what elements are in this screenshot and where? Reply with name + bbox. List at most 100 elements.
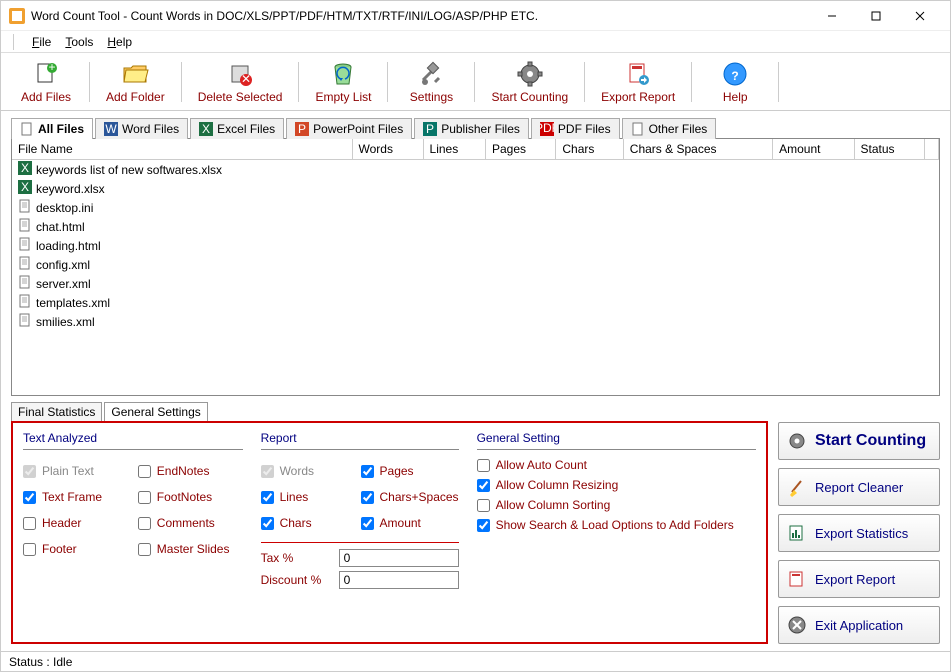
col-words[interactable]: Words [352, 139, 423, 160]
toolbar: + Add Files Add Folder ✕ Delete Selected… [1, 53, 950, 111]
export-statistics-action[interactable]: Export Statistics [778, 514, 940, 552]
col-pages[interactable]: Pages [485, 139, 555, 160]
delete-selected-label: Delete Selected [198, 90, 283, 104]
svg-text:X: X [21, 180, 29, 194]
chk-plain-text[interactable]: Plain Text [23, 464, 128, 478]
empty-list-button[interactable]: Empty List [307, 58, 379, 106]
tab-excel-files[interactable]: XExcel Files [190, 118, 284, 139]
tab-all-label: All Files [38, 122, 84, 136]
export-report-icon [787, 569, 807, 589]
svg-text:✕: ✕ [241, 72, 251, 86]
file-name: config.xml [36, 258, 90, 272]
chk-col-sort[interactable]: Allow Column Sorting [477, 498, 756, 512]
tab-word-files[interactable]: WWord Files [95, 118, 188, 139]
chk-header[interactable]: Header [23, 516, 128, 530]
export-report-action[interactable]: Export Report [778, 560, 940, 598]
file-name: smilies.xml [36, 315, 95, 329]
file-icon: X [18, 161, 32, 178]
help-button[interactable]: ? Help [700, 58, 770, 106]
menu-tools[interactable]: Tools [65, 35, 93, 49]
table-row[interactable]: smilies.xml [12, 312, 939, 331]
chk-charsspaces[interactable]: Chars+Spaces [361, 490, 459, 504]
add-folder-button[interactable]: Add Folder [98, 58, 173, 106]
chk-master-slides[interactable]: Master Slides [138, 542, 243, 556]
menu-file[interactable]: File [32, 35, 51, 49]
other-icon [631, 122, 645, 136]
start-counting-label: Start Counting [491, 90, 568, 104]
table-row[interactable]: chat.html [12, 217, 939, 236]
table-row[interactable]: Xkeywords list of new softwares.xlsx [12, 160, 939, 180]
start-counting-button[interactable]: Start Counting [483, 58, 576, 106]
col-charsspaces[interactable]: Chars & Spaces [623, 139, 772, 160]
minimize-button[interactable] [810, 2, 854, 30]
tab-all-files[interactable]: All Files [11, 118, 93, 139]
action-buttons: Start Counting Report Cleaner Export Sta… [778, 421, 940, 644]
tab-other-files[interactable]: Other Files [622, 118, 717, 139]
file-type-tabs: All Files WWord Files XExcel Files PPowe… [1, 115, 950, 139]
chk-comments[interactable]: Comments [138, 516, 243, 530]
group-text-analyzed: Text Analyzed Plain Text EndNotes Text F… [19, 429, 247, 636]
col-amount[interactable]: Amount [773, 139, 854, 160]
col-lines[interactable]: Lines [423, 139, 485, 160]
settings-label: Settings [410, 90, 453, 104]
col-filename[interactable]: File Name [12, 139, 352, 160]
chk-footnotes[interactable]: FootNotes [138, 490, 243, 504]
table-row[interactable]: loading.html [12, 236, 939, 255]
settings-button[interactable]: Settings [396, 58, 466, 106]
tax-row: Tax % [261, 549, 459, 567]
settings-panel: Text Analyzed Plain Text EndNotes Text F… [11, 421, 768, 644]
discount-input[interactable] [339, 571, 459, 589]
svg-text:W: W [105, 122, 117, 136]
discount-row: Discount % [261, 571, 459, 589]
svg-text:P: P [426, 122, 434, 136]
file-icon [18, 294, 32, 311]
delete-icon: ✕ [226, 60, 254, 88]
file-name: loading.html [36, 239, 101, 253]
chk-words[interactable]: Words [261, 464, 351, 478]
chk-pages[interactable]: Pages [361, 464, 459, 478]
start-counting-action[interactable]: Start Counting [778, 422, 940, 460]
chk-amount[interactable]: Amount [361, 516, 459, 530]
table-row[interactable]: Xkeyword.xlsx [12, 179, 939, 198]
chk-endnotes[interactable]: EndNotes [138, 464, 243, 478]
close-button[interactable] [898, 2, 942, 30]
col-chars[interactable]: Chars [556, 139, 623, 160]
chk-text-frame[interactable]: Text Frame [23, 490, 128, 504]
chk-col-resize[interactable]: Allow Column Resizing [477, 478, 756, 492]
gear-icon [787, 431, 807, 451]
export-report-button[interactable]: Export Report [593, 58, 683, 106]
add-folder-icon [121, 60, 149, 88]
chk-chars[interactable]: Chars [261, 516, 351, 530]
status-text: Status : Idle [9, 655, 72, 669]
tab-pdf-files[interactable]: PDFPDF Files [531, 118, 620, 139]
tab-publisher-files[interactable]: PPublisher Files [414, 118, 529, 139]
file-table-container: File Name Words Lines Pages Chars Chars … [11, 138, 940, 396]
doc-icon [20, 122, 34, 136]
table-row[interactable]: server.xml [12, 274, 939, 293]
export-report-icon [624, 60, 652, 88]
table-row[interactable]: desktop.ini [12, 198, 939, 217]
menu-help[interactable]: Help [107, 35, 132, 49]
add-files-button[interactable]: + Add Files [11, 58, 81, 106]
chk-show-search[interactable]: Show Search & Load Options to Add Folder… [477, 518, 756, 532]
gear-icon [516, 60, 544, 88]
delete-selected-button[interactable]: ✕ Delete Selected [190, 58, 291, 106]
tab-final-statistics[interactable]: Final Statistics [11, 402, 102, 421]
table-row[interactable]: config.xml [12, 255, 939, 274]
chk-lines[interactable]: Lines [261, 490, 351, 504]
tax-input[interactable] [339, 549, 459, 567]
report-cleaner-action[interactable]: Report Cleaner [778, 468, 940, 506]
svg-text:X: X [202, 122, 210, 136]
chk-auto-count[interactable]: Allow Auto Count [477, 458, 756, 472]
exit-application-action[interactable]: Exit Application [778, 606, 940, 644]
file-name: desktop.ini [36, 201, 93, 215]
col-status[interactable]: Status [854, 139, 924, 160]
chk-footer[interactable]: Footer [23, 542, 128, 556]
tab-ppt-files[interactable]: PPowerPoint Files [286, 118, 412, 139]
ppt-icon: P [295, 122, 309, 136]
maximize-button[interactable] [854, 2, 898, 30]
svg-text:PDF: PDF [540, 122, 554, 135]
table-row[interactable]: templates.xml [12, 293, 939, 312]
file-icon [18, 275, 32, 292]
tab-general-settings[interactable]: General Settings [104, 402, 207, 421]
